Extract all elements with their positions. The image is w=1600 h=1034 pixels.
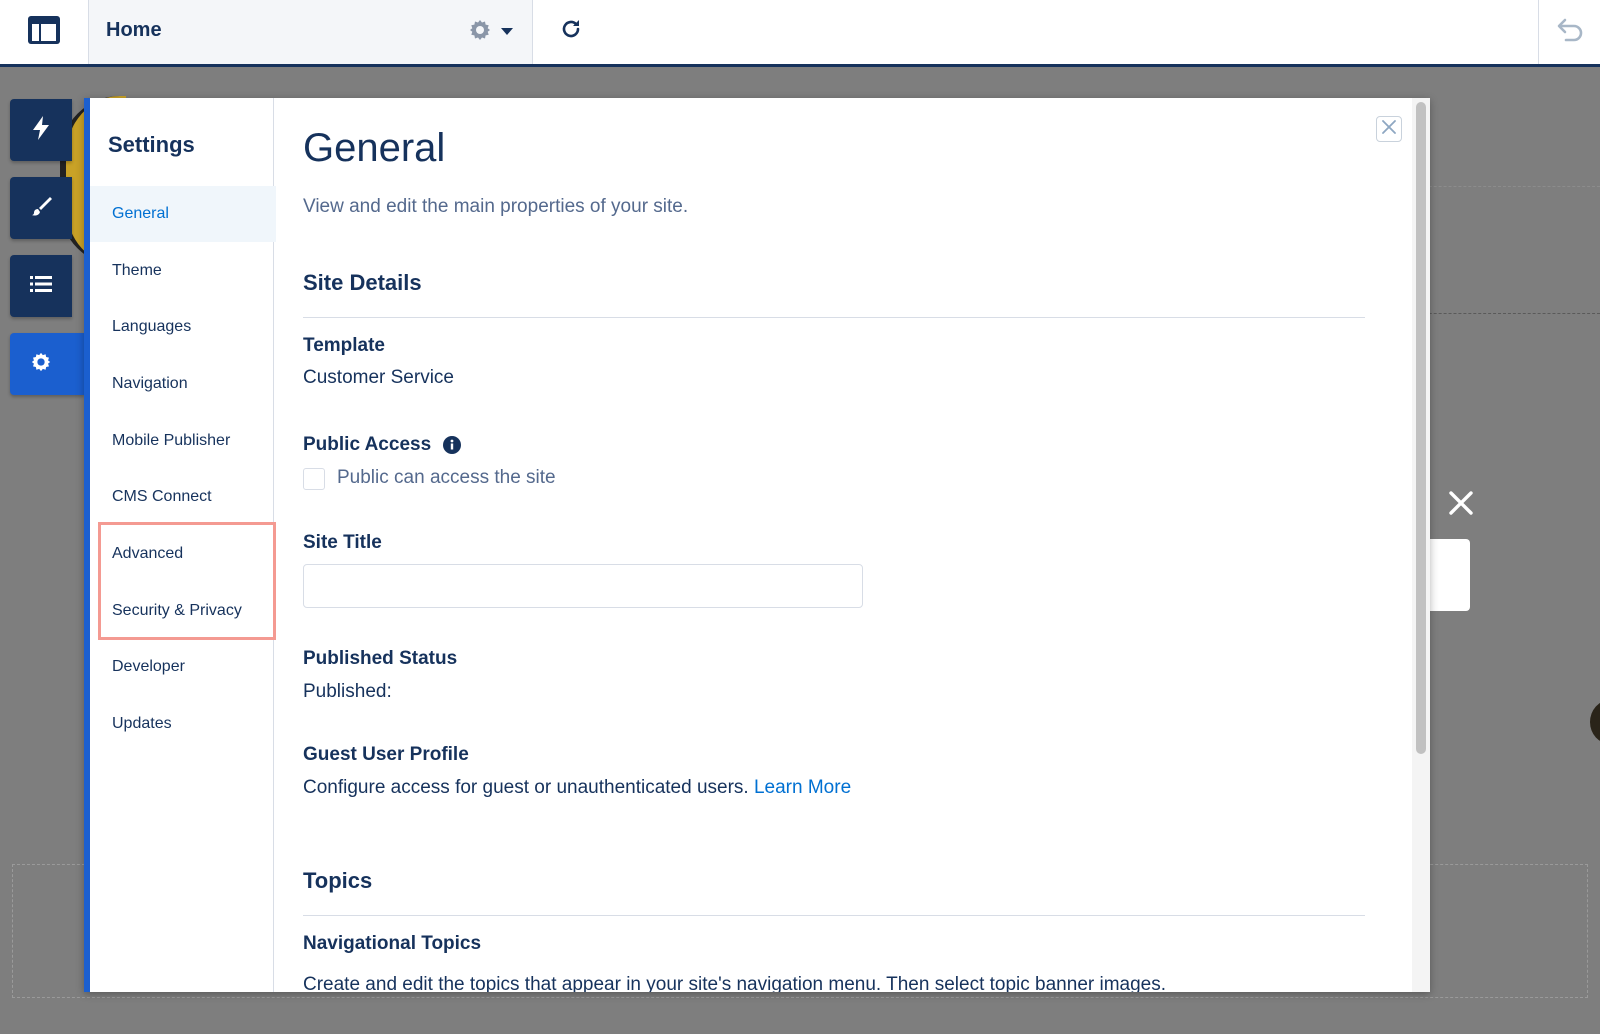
app-layout-icon (27, 15, 61, 50)
settings-sidebar: Settings General Theme Languages Navigat… (90, 98, 276, 992)
settings-gear-icon (30, 351, 52, 378)
guest-user-profile-description: Configure access for guest or unauthenti… (303, 777, 851, 799)
navigational-topics-description: Create and edit the topics that appear i… (303, 974, 1167, 992)
topics-heading: Topics (303, 868, 373, 893)
canvas-avatar-partial (1590, 700, 1600, 744)
components-button[interactable] (10, 99, 72, 161)
brush-icon (30, 195, 52, 222)
close-icon (1381, 119, 1397, 140)
undo-icon (1556, 18, 1584, 47)
nav-item-developer[interactable]: Developer (90, 639, 276, 695)
settings-title: Settings (108, 132, 195, 157)
page-title: General (303, 126, 446, 170)
template-label: Template (303, 335, 386, 356)
nav-item-advanced[interactable]: Advanced (90, 526, 276, 582)
learn-more-link[interactable]: Learn More (754, 777, 851, 798)
scrollbar-thumb[interactable] (1416, 102, 1426, 754)
published-status-value: Published: (303, 681, 392, 702)
section-divider (303, 915, 1365, 916)
caret-down-icon (501, 23, 513, 41)
top-toolbar: Home (0, 0, 1600, 67)
canvas-region-divider (1404, 186, 1600, 187)
page-structure-button[interactable] (10, 255, 72, 317)
app-menu-button[interactable] (0, 0, 89, 64)
site-title-label: Site Title (303, 532, 382, 553)
nav-item-general[interactable]: General (90, 186, 276, 242)
site-details-heading: Site Details (303, 270, 422, 295)
list-icon (30, 275, 52, 298)
published-status-label: Published Status (303, 648, 458, 669)
guest-user-profile-text: Configure access for guest or unauthenti… (303, 777, 749, 798)
page-menu-dropdown[interactable] (499, 24, 515, 40)
general-settings-content: General View and edit the main propertie… (303, 98, 1365, 992)
close-settings-button[interactable] (1376, 116, 1402, 142)
nav-item-security-privacy[interactable]: Security & Privacy (90, 583, 276, 639)
page-subtitle: View and edit the main properties of you… (303, 196, 689, 217)
section-divider (303, 317, 1365, 318)
settings-button[interactable] (10, 333, 84, 395)
public-access-checkbox-label[interactable]: Public can access the site (337, 467, 556, 489)
navigational-topics-label: Navigational Topics (303, 933, 482, 954)
nav-item-theme[interactable]: Theme (90, 243, 276, 299)
nav-item-navigation[interactable]: Navigation (90, 356, 276, 412)
lightning-icon (31, 115, 51, 145)
canvas-region-divider (1404, 313, 1600, 314)
nav-item-mobile-publisher[interactable]: Mobile Publisher (90, 413, 276, 469)
page-selector[interactable]: Home (89, 0, 533, 64)
public-access-checkbox[interactable] (303, 468, 325, 490)
refresh-icon (559, 17, 583, 46)
close-icon (1448, 490, 1474, 521)
undo-button[interactable] (1538, 0, 1600, 64)
refresh-button[interactable] (556, 16, 586, 46)
site-title-input[interactable] (303, 564, 863, 608)
template-value: Customer Service (303, 367, 454, 388)
info-icon[interactable] (443, 436, 461, 454)
canvas-close-button[interactable] (1444, 488, 1478, 522)
nav-item-languages[interactable]: Languages (90, 299, 276, 355)
nav-item-updates[interactable]: Updates (90, 696, 276, 752)
gear-icon (468, 18, 492, 47)
nav-item-cms-connect[interactable]: CMS Connect (90, 469, 276, 525)
page-settings-button[interactable] (465, 18, 495, 46)
guest-user-profile-label: Guest User Profile (303, 744, 469, 765)
theme-button[interactable] (10, 177, 72, 239)
settings-panel: Settings General Theme Languages Navigat… (84, 98, 1430, 992)
public-access-label: Public Access (303, 434, 432, 455)
current-page-name: Home (106, 19, 162, 41)
